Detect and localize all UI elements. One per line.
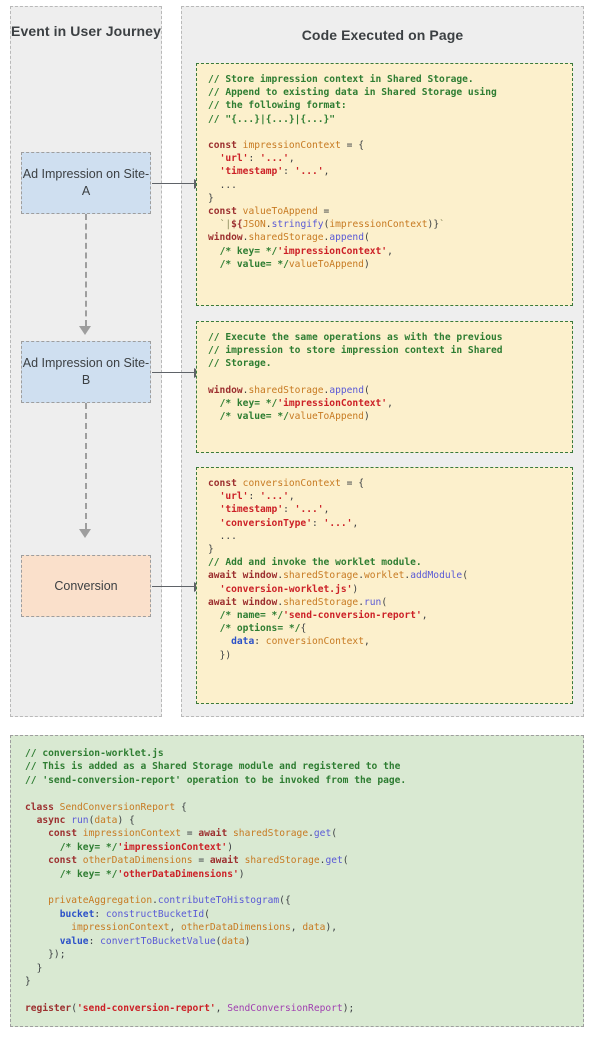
code-block-impression-site-b: // Execute the same operations as with t… xyxy=(196,321,573,453)
node-conversion[interactable]: Conversion xyxy=(21,555,151,617)
connector-node3-to-code3 xyxy=(152,586,196,587)
arrowhead-down-icon xyxy=(79,529,91,538)
code-block-conversion: const conversionContext = { 'url': '...'… xyxy=(196,467,573,704)
code-block-conversion-worklet: // conversion-worklet.js // This is adde… xyxy=(10,735,584,1027)
connector-node2-to-code2 xyxy=(152,372,196,373)
arrowhead-down-icon xyxy=(79,326,91,335)
connector-node2-to-node3 xyxy=(85,403,87,529)
connector-node1-to-code1 xyxy=(152,183,196,184)
node-ad-impression-site-a[interactable]: Ad Impression on Site-A xyxy=(21,152,151,214)
panel-left-title: Event in User Journey xyxy=(11,23,161,39)
node-ad-impression-site-b[interactable]: Ad Impression on Site-B xyxy=(21,341,151,403)
connector-node1-to-node2 xyxy=(85,214,87,326)
code-block-impression-site-a: // Store impression context in Shared St… xyxy=(196,63,573,306)
panel-right-title: Code Executed on Page xyxy=(301,27,464,43)
diagram-canvas: Event in User Journey Code Executed on P… xyxy=(0,0,594,722)
